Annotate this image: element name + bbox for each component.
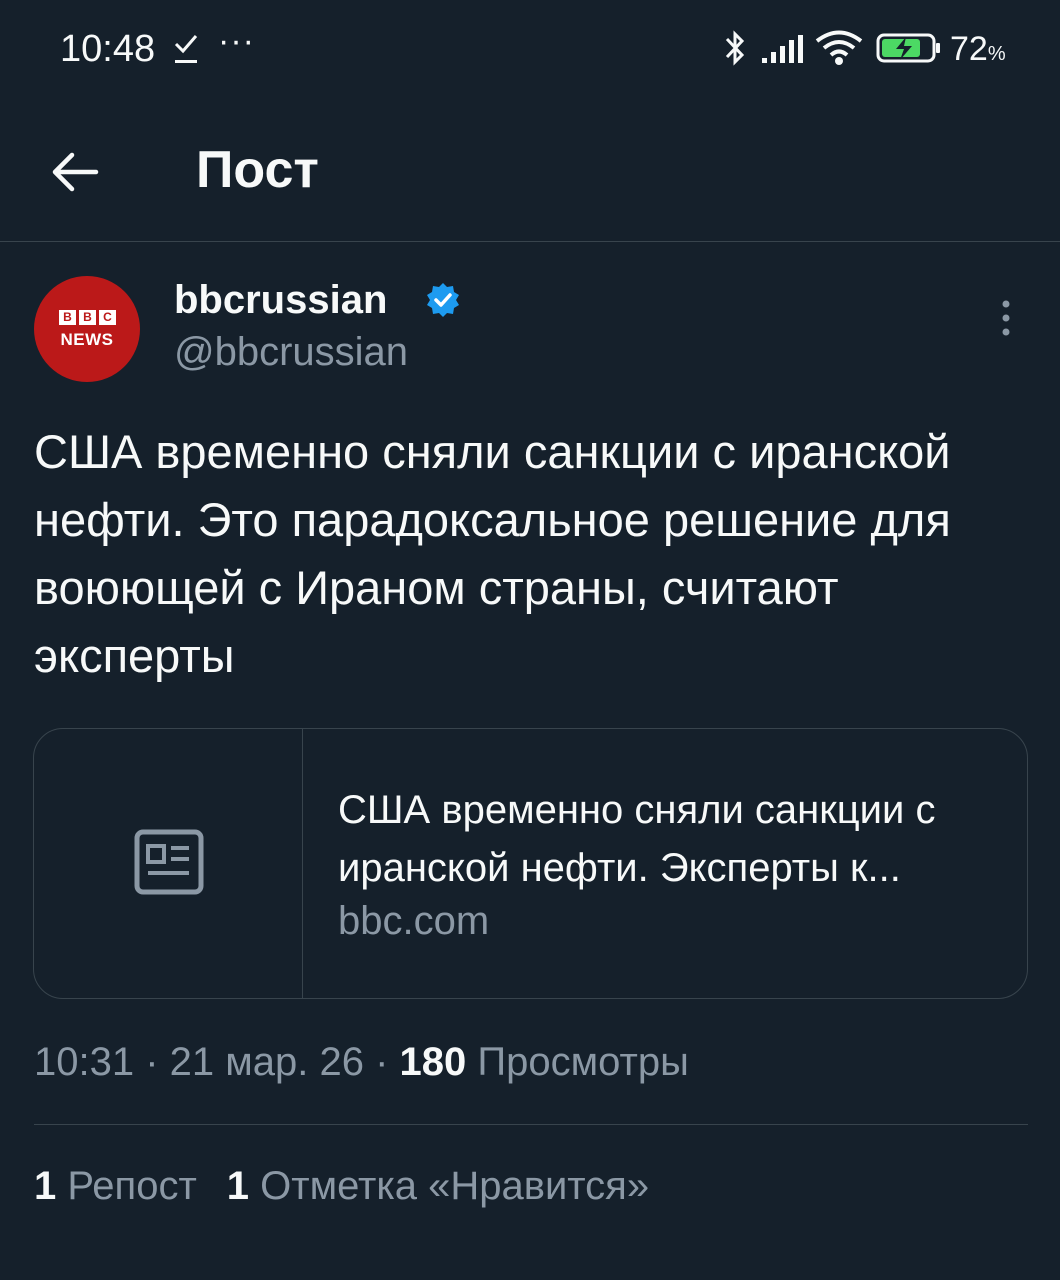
engagement-stats: 1 Репост 1 Отметка «Нравится» [34,1164,649,1209]
views-label: Просмотры [477,1040,689,1084]
top-app-bar: Пост [0,100,1060,242]
bbc-logo-blocks: B B C [59,310,116,325]
wifi-icon [815,30,863,65]
link-card[interactable]: США временно сняли санкции с иранской не… [33,728,1028,999]
post-meta: 10:31 · 21 мар. 26 · 180 Просмотры [34,1040,689,1085]
bbc-block-3: C [99,310,116,325]
page-title: Пост [196,141,319,199]
card-domain: bbc.com [338,899,490,943]
reposts-label: Репост [67,1164,197,1208]
verified-badge-icon[interactable] [424,281,462,319]
battery-charging-icon [876,33,940,63]
post-text: США временно сняли санкции с иранской не… [34,425,951,682]
bbc-news-label: NEWS [60,330,114,349]
status-time: 10:48 [60,28,156,70]
divider [34,1124,1028,1125]
back-arrow-icon[interactable] [44,140,108,204]
author-name[interactable]: bbcrussian [174,278,387,323]
status-bar: 10:48 ··· 72% [0,0,1060,100]
author-handle[interactable]: @bbcrussian [174,330,408,375]
more-options-icon[interactable] [986,298,1026,338]
article-icon [134,829,204,895]
download-done-icon [174,35,198,63]
views-count: 180 [399,1040,467,1084]
card-thumbnail [34,729,303,998]
meta-separator: · [134,1040,170,1084]
post-time: 10:31 [34,1040,135,1084]
bluetooth-icon [725,30,745,66]
reposts-stat[interactable]: 1 Репост [34,1164,197,1208]
likes-count: 1 [226,1164,250,1208]
battery-percent: 72% [950,30,1006,68]
post-date: 21 мар. 26 [169,1040,364,1084]
likes-stat[interactable]: 1 Отметка «Нравится» [227,1164,649,1208]
meta-separator: · [363,1040,400,1084]
avatar[interactable]: B B C NEWS [34,276,140,382]
signal-icon [762,35,803,63]
reposts-count: 1 [34,1164,57,1208]
status-overflow-dots: ··· [218,22,255,60]
bbc-block-2: B [79,310,96,325]
likes-label: Отметка «Нравится» [260,1164,650,1208]
card-title: США временно сняли санкции с иранской не… [338,788,936,890]
bbc-block-1: B [59,310,76,325]
